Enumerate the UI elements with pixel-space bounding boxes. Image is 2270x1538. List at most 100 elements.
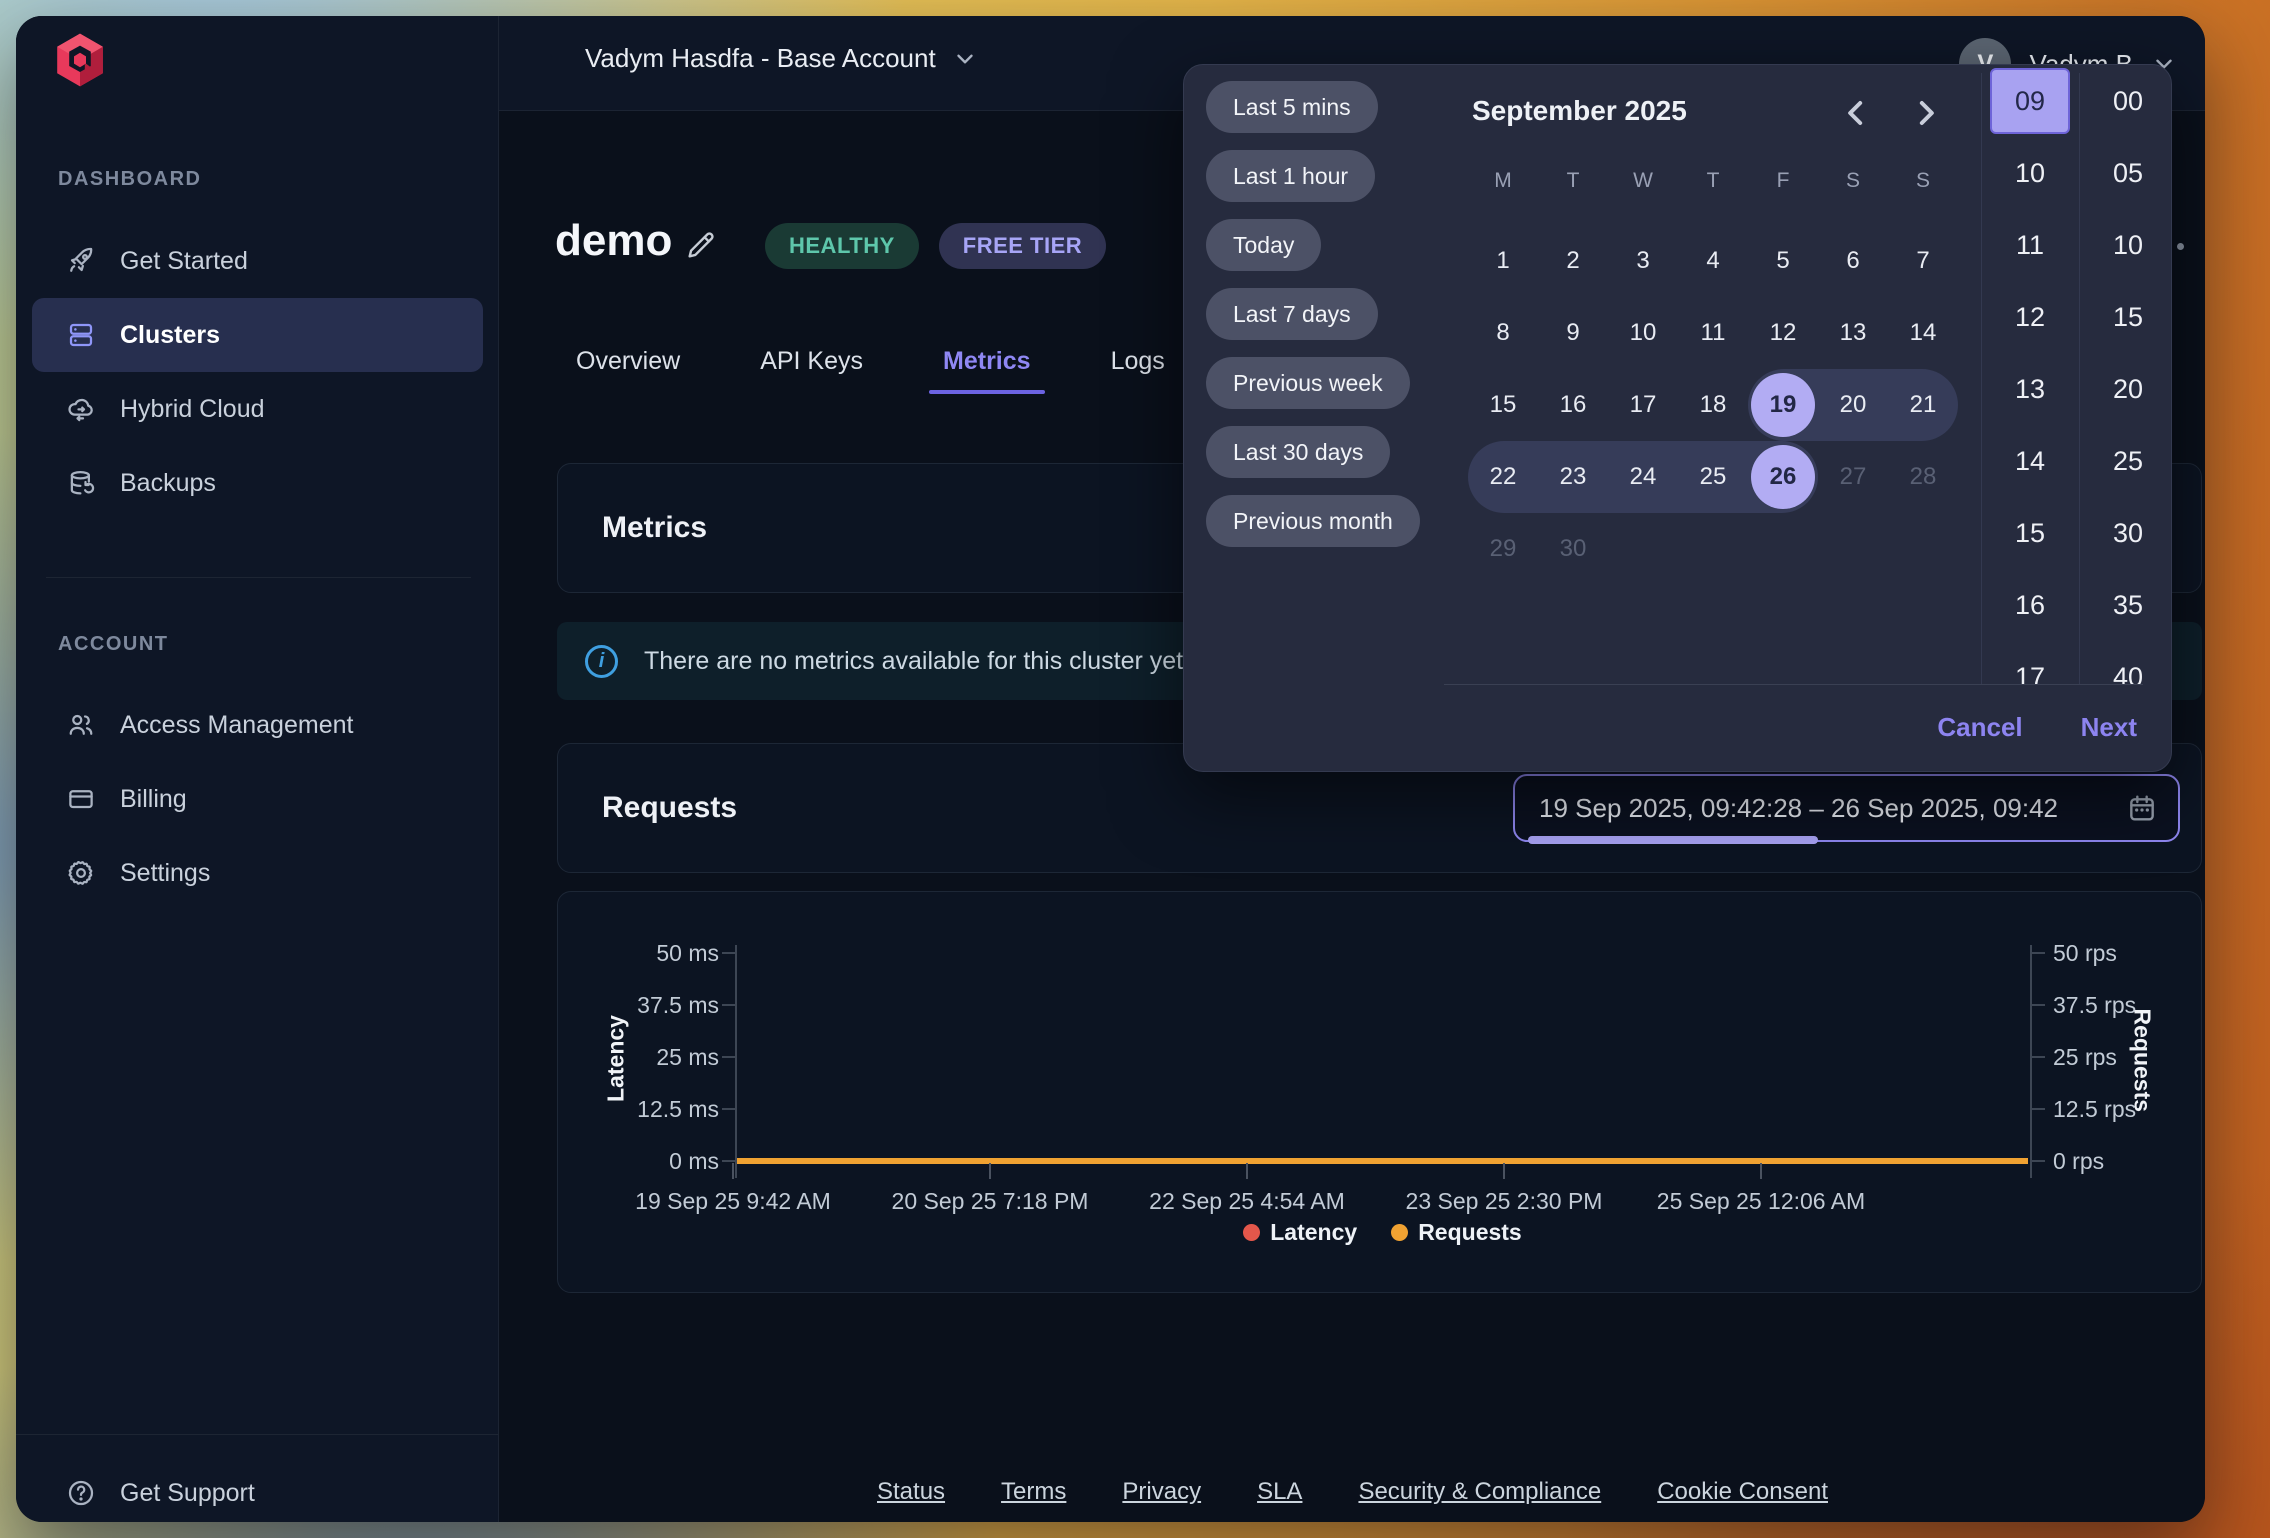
minute-option-25[interactable]: 25 xyxy=(2086,425,2170,497)
calendar-day-3[interactable]: 3 xyxy=(1608,225,1678,297)
sidebar-item-billing[interactable]: Billing xyxy=(32,762,483,836)
calendar-day-23[interactable]: 23 xyxy=(1538,441,1608,513)
calendar-icon[interactable] xyxy=(2126,792,2158,824)
calendar-day-25[interactable]: 25 xyxy=(1678,441,1748,513)
hour-option-14[interactable]: 14 xyxy=(1988,425,2072,497)
calendar-day-8[interactable]: 8 xyxy=(1468,297,1538,369)
calendar-day-30: 30 xyxy=(1538,513,1608,585)
calendar-prev-month-button[interactable] xyxy=(1836,93,1876,133)
minute-option-05[interactable]: 05 xyxy=(2086,137,2170,209)
calendar-day-11[interactable]: 11 xyxy=(1678,297,1748,369)
calendar-day-14[interactable]: 14 xyxy=(1888,297,1958,369)
calendar-week-row: 891011121314 xyxy=(1468,297,1958,369)
minute-select-list[interactable]: 000510152025303540 xyxy=(2086,65,2170,684)
account-switcher[interactable]: Vadym Hasdfa - Base Account xyxy=(585,43,978,74)
hour-option-10[interactable]: 10 xyxy=(1988,137,2072,209)
calendar-day-19[interactable]: 19 xyxy=(1748,369,1818,441)
quick-option-last-5-mins[interactable]: Last 5 mins xyxy=(1206,81,1378,133)
hour-select-list[interactable]: 091011121314151617 xyxy=(1988,65,2072,684)
hour-option-16[interactable]: 16 xyxy=(1988,569,2072,641)
y-tick-mark xyxy=(722,952,735,954)
minute-option-35[interactable]: 35 xyxy=(2086,569,2170,641)
tab-logs[interactable]: Logs xyxy=(1111,347,1165,376)
minute-option-15[interactable]: 15 xyxy=(2086,281,2170,353)
calendar-day-15[interactable]: 15 xyxy=(1468,369,1538,441)
minute-option-30[interactable]: 30 xyxy=(2086,497,2170,569)
sidebar-item-access-management[interactable]: Access Management xyxy=(32,688,483,762)
tab-api-keys[interactable]: API Keys xyxy=(760,347,863,376)
y-axis-left-title: Latency xyxy=(603,1009,630,1109)
sidebar-account-list: Access ManagementBillingSettings xyxy=(32,688,483,910)
tab-overview[interactable]: Overview xyxy=(576,347,680,376)
quick-option-today[interactable]: Today xyxy=(1206,219,1321,271)
minute-option-40[interactable]: 40 xyxy=(2086,641,2170,684)
sidebar-item-backups[interactable]: Backups xyxy=(32,446,483,520)
calendar-day-7[interactable]: 7 xyxy=(1888,225,1958,297)
calendar-day-1[interactable]: 1 xyxy=(1468,225,1538,297)
x-tick-mark xyxy=(1246,1163,1248,1179)
calendar-weekday-header: MTWTFSS xyxy=(1468,169,1958,193)
sidebar-item-clusters[interactable]: Clusters xyxy=(32,298,483,372)
quick-option-previous-month[interactable]: Previous month xyxy=(1206,495,1420,547)
minute-option-10[interactable]: 10 xyxy=(2086,209,2170,281)
minute-option-00[interactable]: 00 xyxy=(2086,65,2170,137)
sidebar-dashboard-list: Get StartedClusters Hybrid Cloud Backups xyxy=(32,224,483,520)
minute-option-20[interactable]: 20 xyxy=(2086,353,2170,425)
footer-link-terms[interactable]: Terms xyxy=(1001,1478,1066,1506)
sidebar-item-settings[interactable]: Settings xyxy=(32,836,483,910)
weekday-label: M xyxy=(1468,169,1538,193)
tab-metrics[interactable]: Metrics xyxy=(943,347,1031,376)
quick-option-last-30-days[interactable]: Last 30 days xyxy=(1206,426,1390,478)
y-axis-right-line xyxy=(2030,945,2032,1178)
chart-plot xyxy=(737,961,2028,1171)
sidebar-item-get-started[interactable]: Get Started xyxy=(32,224,483,298)
quick-option-previous-week[interactable]: Previous week xyxy=(1206,357,1410,409)
requests-card-title: Requests xyxy=(602,744,737,872)
y-tick-mark xyxy=(722,1004,735,1006)
quick-option-last-7-days[interactable]: Last 7 days xyxy=(1206,288,1378,340)
hour-option-09[interactable]: 09 xyxy=(1990,68,2070,134)
footer-link-cookie-consent[interactable]: Cookie Consent xyxy=(1657,1478,1828,1506)
calendar-day-24[interactable]: 24 xyxy=(1608,441,1678,513)
hour-option-12[interactable]: 12 xyxy=(1988,281,2072,353)
hour-option-11[interactable]: 11 xyxy=(1988,209,2072,281)
legend-item-requests[interactable]: Requests xyxy=(1391,1219,1522,1246)
calendar-day-18[interactable]: 18 xyxy=(1678,369,1748,441)
hour-option-13[interactable]: 13 xyxy=(1988,353,2072,425)
calendar-week-row: 2930 xyxy=(1468,513,1958,585)
calendar-day-22[interactable]: 22 xyxy=(1468,441,1538,513)
sidebar-item-get-support[interactable]: Get Support xyxy=(32,1456,483,1522)
hour-option-15[interactable]: 15 xyxy=(1988,497,2072,569)
date-range-input[interactable]: 19 Sep 2025, 09:42:28 – 26 Sep 2025, 09:… xyxy=(1513,774,2180,842)
footer-link-privacy[interactable]: Privacy xyxy=(1122,1478,1201,1506)
hour-option-17[interactable]: 17 xyxy=(1988,641,2072,684)
calendar-day-4[interactable]: 4 xyxy=(1678,225,1748,297)
calendar-day-5[interactable]: 5 xyxy=(1748,225,1818,297)
calendar-day-13[interactable]: 13 xyxy=(1818,297,1888,369)
calendar-day-6[interactable]: 6 xyxy=(1818,225,1888,297)
legend-item-latency[interactable]: Latency xyxy=(1243,1219,1357,1246)
calendar-day-21[interactable]: 21 xyxy=(1888,369,1958,441)
sidebar-item-hybrid-cloud[interactable]: Hybrid Cloud xyxy=(32,372,483,446)
footer-link-security-compliance[interactable]: Security & Compliance xyxy=(1358,1478,1601,1506)
y-tick-mark xyxy=(2032,1004,2045,1006)
footer-link-status[interactable]: Status xyxy=(877,1478,945,1506)
calendar-next-month-button[interactable] xyxy=(1906,93,1946,133)
calendar-day-12[interactable]: 12 xyxy=(1748,297,1818,369)
calendar-day-2[interactable]: 2 xyxy=(1538,225,1608,297)
cancel-button[interactable]: Cancel xyxy=(1937,712,2022,743)
calendar-day-10[interactable]: 10 xyxy=(1608,297,1678,369)
sidebar-item-label: Hybrid Cloud xyxy=(120,395,265,424)
next-button[interactable]: Next xyxy=(2081,712,2137,743)
time-column-divider xyxy=(1981,73,1982,684)
footer-link-sla[interactable]: SLA xyxy=(1257,1478,1302,1506)
quick-option-last-1-hour[interactable]: Last 1 hour xyxy=(1206,150,1375,202)
edit-pencil-icon[interactable] xyxy=(684,228,718,262)
calendar-day-20[interactable]: 20 xyxy=(1818,369,1888,441)
weekday-label: F xyxy=(1748,169,1818,193)
y-axis-right-title: Requests xyxy=(2129,1009,2156,1109)
calendar-day-9[interactable]: 9 xyxy=(1538,297,1608,369)
calendar-day-26[interactable]: 26 xyxy=(1748,441,1818,513)
calendar-day-16[interactable]: 16 xyxy=(1538,369,1608,441)
calendar-day-17[interactable]: 17 xyxy=(1608,369,1678,441)
